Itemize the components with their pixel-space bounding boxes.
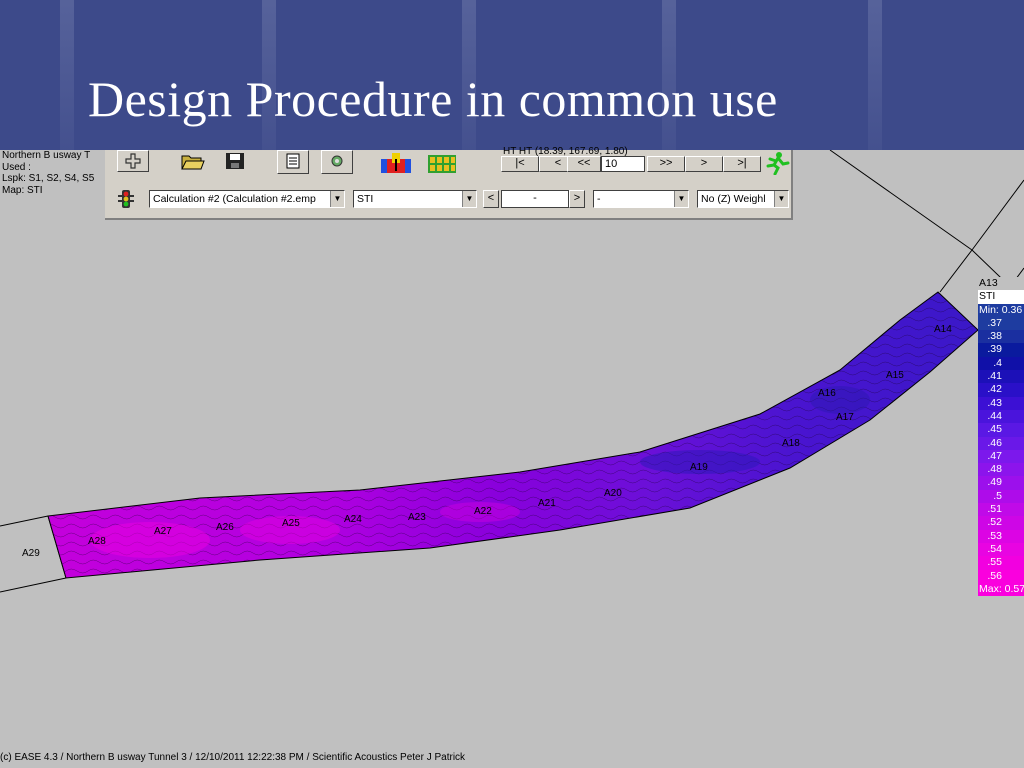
legend-scale-row: .53 bbox=[978, 529, 1024, 543]
settings-icon bbox=[331, 155, 343, 167]
sti-legend: A13 STI Min: 0.36 .37.38.39.4.41.42.43.4… bbox=[978, 277, 1024, 597]
area-label-a20: A20 bbox=[604, 488, 622, 499]
area-label-a16: A16 bbox=[818, 388, 836, 399]
area-label-a26: A26 bbox=[216, 522, 234, 533]
area-label-a18: A18 bbox=[782, 438, 800, 449]
map-type-select[interactable]: STI ▼ bbox=[353, 190, 477, 208]
audience-icon bbox=[428, 155, 456, 173]
legend-scale-row: .37 bbox=[978, 316, 1024, 331]
legend-scale-row: .46 bbox=[978, 436, 1024, 450]
document-icon bbox=[286, 153, 300, 169]
settings-button[interactable] bbox=[321, 150, 353, 174]
mid-value-input[interactable]: - bbox=[501, 190, 569, 208]
project-name: Northern B usway T bbox=[2, 150, 91, 161]
save-icon bbox=[226, 153, 244, 169]
color-map-button[interactable] bbox=[379, 150, 411, 174]
legend-scale-row: .54 bbox=[978, 542, 1024, 557]
area-label-a19: A19 bbox=[690, 462, 708, 473]
area-label-a15: A15 bbox=[886, 370, 904, 381]
left-arrow-button[interactable]: < bbox=[483, 190, 499, 208]
area-label-a25: A25 bbox=[282, 518, 300, 529]
chevron-down-icon[interactable]: ▼ bbox=[330, 191, 344, 207]
legend-scale-row: .48 bbox=[978, 463, 1024, 477]
open-button[interactable] bbox=[177, 150, 209, 174]
slide-title-banner: Design Procedure in common use bbox=[0, 0, 1024, 150]
legend-scale-row: .4 bbox=[978, 356, 1024, 371]
legend-scale-row: .39 bbox=[978, 343, 1024, 357]
weighting-select[interactable]: No (Z) Weighl ▼ bbox=[697, 190, 789, 208]
audience-button[interactable] bbox=[425, 150, 457, 174]
legend-scale-row: .42 bbox=[978, 383, 1024, 397]
legend-scale-row: .38 bbox=[978, 330, 1024, 344]
area-label-a14: A14 bbox=[934, 324, 952, 335]
legend-min-label: Min: 0.36 bbox=[978, 303, 1024, 317]
area-label-a22: A22 bbox=[474, 506, 492, 517]
legend-scale-row: .56 bbox=[978, 569, 1024, 583]
area-label-a28: A28 bbox=[88, 536, 106, 547]
area-label-a27: A27 bbox=[154, 526, 172, 537]
legend-scale-row: .44 bbox=[978, 409, 1024, 424]
traffic-light-icon bbox=[118, 190, 134, 208]
legend-metric-label: STI bbox=[978, 290, 1024, 304]
right-arrow-button[interactable]: > bbox=[569, 190, 585, 208]
area-label-a24: A24 bbox=[344, 514, 362, 525]
new-icon bbox=[125, 153, 141, 169]
nav-rewind-button[interactable]: << bbox=[567, 156, 601, 172]
map-label: Map: STI bbox=[2, 184, 43, 196]
legend-scale-row: .52 bbox=[978, 516, 1024, 530]
new-button[interactable] bbox=[117, 150, 149, 172]
chevron-down-icon[interactable]: ▼ bbox=[674, 191, 688, 207]
wall-line bbox=[829, 149, 973, 251]
loudspeaker-list: Lspk: S1, S2, S4, S5 bbox=[2, 173, 95, 184]
area-label-a21: A21 bbox=[538, 498, 556, 509]
mapping-toolbar: HT HT (18.39, 167.69, 1.80) |< < << 10 >… bbox=[105, 146, 793, 220]
color-map-icon bbox=[381, 153, 411, 173]
chevron-down-icon[interactable]: ▼ bbox=[774, 191, 788, 207]
save-button[interactable] bbox=[219, 150, 251, 174]
secondary-select-value: - bbox=[597, 193, 601, 205]
legend-scale-row: .51 bbox=[978, 503, 1024, 517]
nav-first-button[interactable]: |< bbox=[501, 156, 539, 172]
area-label-a17: A17 bbox=[836, 412, 854, 423]
nav-last-button[interactable]: >| bbox=[723, 156, 761, 172]
legend-scale-row: .55 bbox=[978, 556, 1024, 570]
legend-scale-row: .45 bbox=[978, 423, 1024, 437]
document-button[interactable] bbox=[277, 150, 309, 174]
slide-title: Design Procedure in common use bbox=[88, 71, 778, 127]
chevron-down-icon[interactable]: ▼ bbox=[462, 191, 476, 207]
area-label-a29: A29 bbox=[22, 548, 40, 559]
nav-forward-button[interactable]: >> bbox=[647, 156, 685, 172]
traffic-light-button[interactable] bbox=[115, 188, 137, 210]
step-input[interactable]: 10 bbox=[601, 156, 645, 172]
legend-scale: .37.38.39.4.41.42.43.44.45.46.47.48.49.5… bbox=[978, 316, 1024, 583]
legend-area-label: A13 bbox=[978, 277, 1024, 291]
weighting-select-value: No (Z) Weighl bbox=[701, 193, 766, 205]
open-folder-icon bbox=[181, 155, 205, 170]
run-button[interactable] bbox=[761, 150, 793, 175]
legend-scale-row: .5 bbox=[978, 489, 1024, 504]
legend-scale-row: .49 bbox=[978, 476, 1024, 490]
wall-line bbox=[0, 577, 67, 593]
legend-scale-row: .47 bbox=[978, 449, 1024, 464]
map-type-select-value: STI bbox=[357, 193, 374, 205]
project-info: Northern B usway T Used : Lspk: S1, S2, … bbox=[2, 150, 106, 208]
legend-scale-row: .41 bbox=[978, 370, 1024, 384]
running-man-icon bbox=[766, 152, 790, 175]
used-label: Used : bbox=[2, 161, 31, 173]
legend-max-label: Max: 0.57 bbox=[978, 582, 1024, 597]
area-label-a23: A23 bbox=[408, 512, 426, 523]
secondary-select[interactable]: - ▼ bbox=[593, 190, 689, 208]
high-sti-patch bbox=[90, 522, 210, 558]
status-footer: (c) EASE 4.3 / Northern B usway Tunnel 3… bbox=[0, 752, 466, 763]
calculation-select-value: Calculation #2 (Calculation #2.emp bbox=[153, 193, 316, 205]
calculation-select[interactable]: Calculation #2 (Calculation #2.emp ▼ bbox=[149, 190, 345, 208]
wall-line bbox=[0, 515, 49, 527]
nav-next-button[interactable]: > bbox=[685, 156, 723, 172]
legend-scale-row: .43 bbox=[978, 396, 1024, 410]
